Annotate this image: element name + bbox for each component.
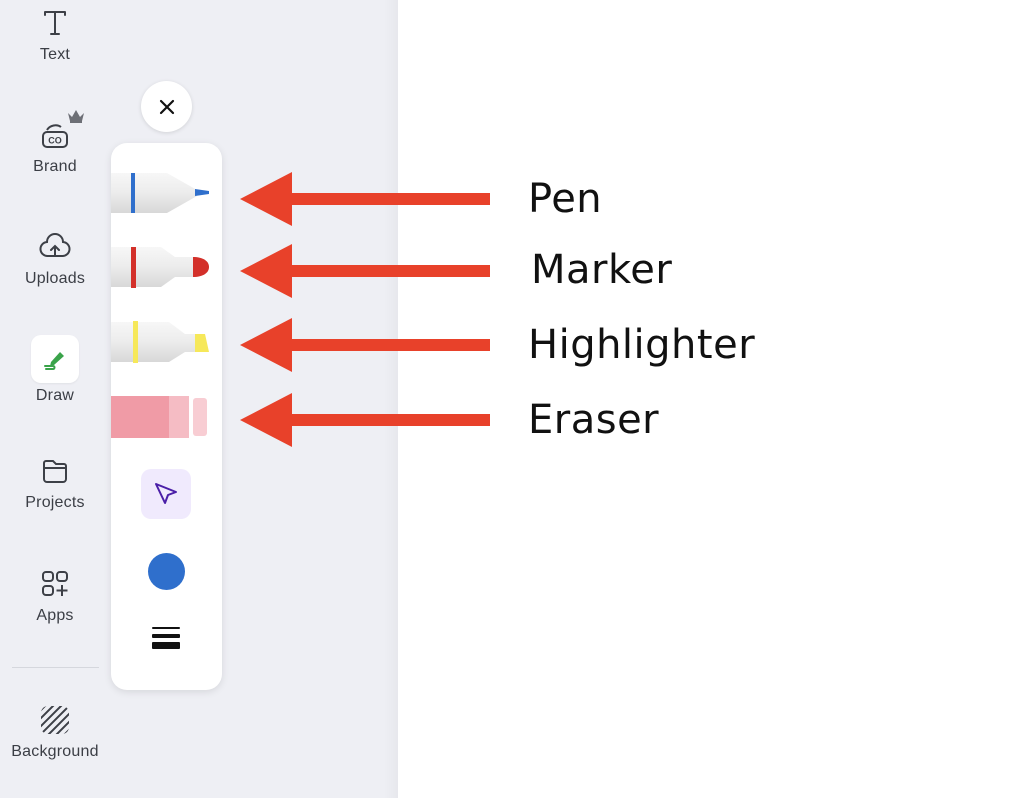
crown-icon <box>68 110 84 123</box>
select-tool-button[interactable] <box>141 469 191 519</box>
sidebar-item-background[interactable]: Background <box>0 703 110 761</box>
pen-tool[interactable] <box>111 169 215 219</box>
sidebar-divider <box>12 667 99 668</box>
sidebar-item-label: Background <box>11 743 99 760</box>
sidebar-item-draw[interactable]: Draw <box>0 335 110 405</box>
sidebar-item-text[interactable]: Text <box>0 6 110 64</box>
text-icon <box>44 11 66 35</box>
sidebar-item-label: Text <box>39 46 71 63</box>
annotation-arrow-pen <box>240 172 490 226</box>
background-pattern-icon <box>41 706 69 734</box>
sidebar-item-label: Uploads <box>24 270 86 287</box>
cursor-arrow-icon <box>155 483 177 504</box>
cloud-upload-icon <box>39 233 71 257</box>
eraser-tool[interactable] <box>111 393 215 443</box>
close-draw-button[interactable] <box>141 81 192 132</box>
folder-icon <box>43 460 67 483</box>
annotation-arrow-eraser <box>240 393 490 447</box>
sidebar-item-label: Projects <box>25 494 85 511</box>
highlighter-tool[interactable] <box>111 318 215 368</box>
color-picker-button[interactable] <box>148 553 185 590</box>
annotation-label-highlighter: Highlighter <box>528 322 756 368</box>
sidebar-item-label: Apps <box>36 607 74 624</box>
annotation-arrow-marker <box>240 244 490 298</box>
apps-icon <box>42 571 68 596</box>
sidebar-item-projects[interactable]: Projects <box>0 454 110 512</box>
svg-text:CO: CO <box>48 136 62 146</box>
annotation-arrow-highlighter <box>240 318 490 372</box>
sidebar-item-label: Draw <box>35 387 75 404</box>
marker-tool[interactable] <box>111 243 215 293</box>
sidebar-item-apps[interactable]: Apps <box>0 567 110 625</box>
sidebar-item-uploads[interactable]: Uploads <box>0 230 110 288</box>
sidebar-item-label: Brand <box>33 158 77 175</box>
sidebar-item-brand[interactable]: CO Brand <box>0 110 110 176</box>
brand-kit-icon: CO <box>42 124 68 148</box>
annotation-label-eraser: Eraser <box>528 397 660 443</box>
annotation-label-marker: Marker <box>531 247 673 293</box>
draw-icon <box>44 352 64 370</box>
close-icon <box>159 99 174 114</box>
draw-tile <box>31 335 79 383</box>
stroke-weight-icon[interactable] <box>149 621 183 655</box>
annotation-label-pen: Pen <box>528 176 603 222</box>
draw-toolbar <box>111 143 222 690</box>
pen-tip <box>195 189 209 196</box>
